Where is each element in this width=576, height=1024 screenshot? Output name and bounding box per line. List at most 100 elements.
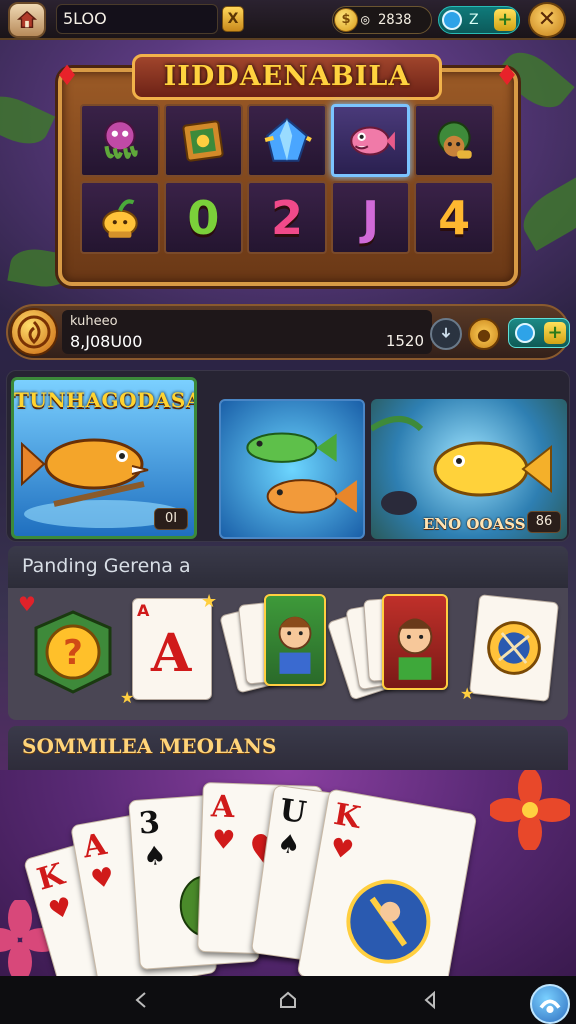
coin-circle-glyph: ◎	[361, 12, 370, 28]
featured-game-title: TUNHAGODASA	[14, 388, 197, 412]
spade-suit-icon: ♠	[275, 828, 303, 862]
heart-icon: ♦	[54, 59, 80, 92]
balance-field[interactable]: 5LOO	[56, 4, 218, 34]
gem-shop-button[interactable]: +	[508, 318, 570, 348]
download-button[interactable]	[430, 318, 462, 350]
recents-button[interactable]	[412, 984, 448, 1016]
add-gems-button[interactable]: +	[544, 322, 566, 344]
heart-suit-icon: ♥	[45, 891, 76, 927]
back-icon	[135, 992, 146, 1008]
card-rank: A	[80, 826, 110, 866]
home-button[interactable]	[8, 2, 46, 38]
spade-suit-icon: ♠	[142, 840, 168, 873]
card-hand-item[interactable]	[219, 594, 338, 704]
gem-balance[interactable]: Z +	[438, 6, 520, 34]
sparkle-icon: ★	[460, 684, 475, 703]
reel-letter: J	[362, 190, 380, 245]
gem-icon	[515, 323, 535, 343]
sparkle-icon: ★	[201, 591, 218, 612]
coin-value: 2838	[377, 12, 412, 28]
card-corner-rank: A	[137, 601, 150, 620]
reel-symbol-monkey	[414, 104, 494, 177]
reel-letter: 4	[438, 190, 471, 245]
flower-icon	[490, 770, 570, 850]
player-coin-avatar[interactable]	[10, 308, 58, 356]
character-icon	[278, 616, 312, 674]
jack-card	[264, 594, 326, 686]
home-nav-button[interactable]	[270, 984, 306, 1016]
card-rank: 3	[137, 805, 161, 842]
reel-symbol-card	[163, 104, 244, 177]
heart-suit-icon: ♥	[211, 825, 236, 857]
featured-game-card[interactable]	[219, 399, 365, 539]
game-lobby: 5LOO X $ ◎ 2838 Z + ✕ IIDDAENABILA ♦ ♦ 0…	[0, 0, 576, 1024]
golden-idol-icon	[102, 198, 138, 238]
reel-symbol-idol	[80, 181, 160, 254]
twin-fish-icon	[246, 432, 357, 514]
heart-suit-icon: ♥	[88, 862, 117, 896]
reel-symbol-crystal	[247, 104, 327, 177]
leaf-decor	[0, 87, 56, 153]
pirate-emblem-icon	[487, 621, 541, 675]
gem-icon	[442, 10, 462, 30]
top-bar: 5LOO X $ ◎ 2838 Z + ✕	[0, 0, 576, 40]
game-count-badge: 0I	[154, 508, 188, 530]
player-info-panel: kuheeo 8,J08U00 1520	[62, 310, 432, 354]
section-title: Panding Gerena a	[22, 555, 191, 577]
sparkle-icon: ★	[120, 688, 135, 707]
player-info-bar: kuheeo 8,J08U00 1520 ● +	[6, 304, 570, 360]
pending-section-header: Panding Gerena a	[8, 546, 568, 588]
player-amount: 8,J08U00	[70, 332, 143, 351]
svg-text:?: ?	[63, 633, 83, 673]
featured-game-label: ENO OOASS	[423, 515, 526, 533]
coin-balance[interactable]: $ ◎ 2838	[332, 6, 432, 34]
reel-symbol-zero: 0	[163, 181, 244, 254]
ace-card-item[interactable]: A A ★	[132, 591, 217, 700]
spiral-coin-icon	[17, 315, 51, 349]
monkey-icon	[437, 120, 472, 159]
card-rank: U	[277, 792, 309, 831]
featured-games-panel: TUNHAGODASA 0I ENO OOASS 86	[6, 370, 570, 542]
wizard-emblem-icon	[346, 879, 431, 964]
back-button[interactable]	[124, 984, 160, 1016]
crystal-icon	[264, 117, 312, 162]
pink-fish-icon	[349, 125, 395, 156]
golden-card-icon	[182, 119, 224, 162]
king-card	[382, 594, 448, 690]
pirate-card-item[interactable]	[468, 594, 560, 702]
bonus-coin-button[interactable]: ●	[468, 318, 500, 350]
section-title: SOMMILEA MEOLANS	[22, 734, 277, 758]
card-game-banner[interactable]: K ♥ A ♥ 3 ♠ A ♥ ♥ U ♠ K ♥	[0, 770, 576, 976]
character-icon	[397, 618, 433, 680]
close-button[interactable]: ✕	[528, 2, 566, 38]
special-section-header: SOMMILEA MEOLANS	[8, 726, 568, 770]
reel-letter: 2	[270, 190, 303, 245]
reel-letter: 0	[187, 190, 220, 245]
card-rank: K	[33, 856, 69, 898]
card-rank: A	[210, 789, 236, 826]
slot-title: IIDDAENABILA	[163, 61, 411, 92]
heart-icon: ♦	[494, 59, 520, 92]
assistant-button[interactable]	[530, 984, 570, 1024]
leaf-decor	[514, 172, 576, 252]
home-icon	[280, 991, 296, 1008]
download-icon	[441, 327, 451, 338]
system-nav-bar	[0, 976, 576, 1024]
featured-game-card[interactable]: TUNHAGODASA 0I	[11, 377, 197, 539]
coin-icon: ●	[477, 324, 491, 344]
card-rank: K	[331, 796, 363, 836]
reel-grid[interactable]: 0 2 J 4	[80, 104, 494, 254]
card-fan-item[interactable]	[326, 594, 458, 704]
reel-symbol-fish	[330, 104, 411, 177]
player-score: 1520	[385, 332, 424, 350]
gold-badge[interactable]: X	[222, 6, 244, 32]
reel-symbol-octopus	[80, 104, 160, 177]
add-gems-button[interactable]: +	[494, 9, 516, 31]
reel-symbol-j: J	[330, 181, 411, 254]
home-icon	[16, 10, 38, 29]
featured-game-card[interactable]: ENO OOASS 86	[371, 399, 567, 539]
question-coin-item[interactable]: ?	[30, 608, 116, 696]
reel-symbol-two: 2	[247, 181, 327, 254]
coin-icon: $	[334, 8, 358, 32]
assistant-icon	[539, 999, 561, 1013]
